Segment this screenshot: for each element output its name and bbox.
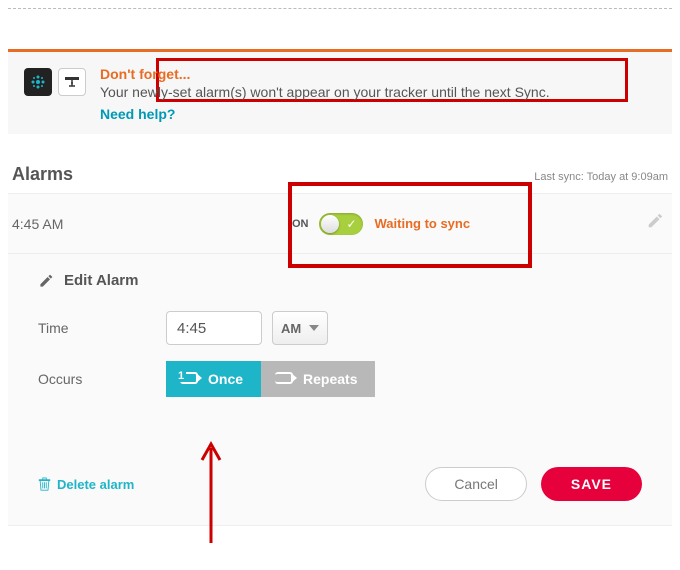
sync-notice: Don't forget... Your newly-set alarm(s) … [8,49,672,134]
delete-alarm-link[interactable]: Delete alarm [38,477,134,492]
once-label: Once [208,371,243,387]
edit-alarm-panel: Edit Alarm Time AM Occurs 1 Once [8,254,672,526]
tracker-icon-scale [58,68,86,96]
trash-icon [38,477,51,491]
need-help-link[interactable]: Need help? [100,106,175,122]
alarm-time-text: 4:45 AM [12,216,292,232]
repeats-label: Repeats [303,371,357,387]
save-button[interactable]: SAVE [541,467,642,501]
time-label: Time [38,320,166,336]
cancel-button[interactable]: Cancel [425,467,527,501]
once-icon: 1 [178,371,200,387]
toggle-knob [321,215,339,233]
edit-alarm-icon[interactable] [646,212,664,235]
ampm-value: AM [281,321,301,336]
tracker-icons [24,68,86,96]
edit-alarm-header: Edit Alarm [38,272,642,289]
occurs-segment: 1 Once Repeats [166,361,375,397]
check-icon: ✓ [346,217,356,231]
edit-alarm-title: Edit Alarm [64,272,138,289]
last-sync-text: Last sync: Today at 9:09am [534,171,668,183]
time-input[interactable] [166,311,262,345]
tracker-icon-dots [24,68,52,96]
occurs-repeats-button[interactable]: Repeats [261,361,375,397]
top-divider [8,8,672,9]
alarm-row: 4:45 AM ON ✓ Waiting to sync [8,193,672,254]
notice-title: Don't forget... [100,66,656,82]
sync-status: Waiting to sync [375,216,471,231]
repeat-icon [273,371,295,387]
alarm-toggle[interactable]: ✓ [319,213,363,235]
notice-body: Your newly-set alarm(s) won't appear on … [100,84,656,100]
occurs-once-button[interactable]: 1 Once [166,361,261,397]
occurs-label: Occurs [38,371,166,387]
pencil-icon [38,273,54,289]
delete-alarm-label: Delete alarm [57,477,134,492]
ampm-select[interactable]: AM [272,311,328,345]
chevron-down-icon [309,325,319,331]
toggle-state-label: ON [292,218,309,230]
alarms-heading: Alarms [12,164,73,185]
